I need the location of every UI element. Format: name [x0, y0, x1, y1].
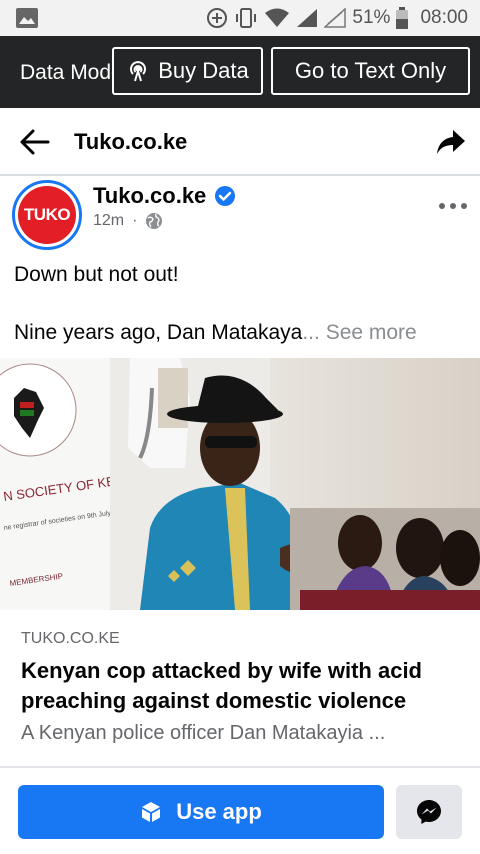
battery-percent: 51% — [352, 7, 391, 28]
broadcast-icon — [130, 61, 147, 82]
link-preview-card[interactable]: TUKO.CO.KE Kenyan cop attacked by wife w… — [0, 610, 480, 768]
ellipsis: ... — [302, 321, 320, 344]
signal-icon — [297, 9, 318, 27]
wifi-icon — [265, 8, 290, 27]
link-title[interactable]: Kenyan cop attacked by wife with acid pr… — [21, 656, 466, 716]
data-mode-banner: Data Mode Buy Data Go to Text Only — [0, 36, 480, 108]
status-icons: 51% 08:00 — [206, 0, 468, 36]
messenger-button[interactable] — [396, 785, 462, 839]
text-only-label: Go to Text Only — [294, 58, 447, 83]
page-header: Tuko.co.ke — [0, 108, 480, 176]
clock: 08:00 — [420, 7, 468, 28]
globe-icon — [146, 213, 163, 229]
data-mode-label: Data Mode — [20, 61, 123, 84]
post-time[interactable]: 12m — [93, 212, 124, 230]
see-more-link[interactable]: See more — [326, 321, 417, 344]
use-app-button[interactable]: Use app — [18, 785, 384, 839]
buy-data-label: Buy Data — [158, 58, 249, 83]
messenger-icon — [417, 800, 441, 824]
page-title: Tuko.co.ke — [74, 129, 188, 154]
signal-empty-icon — [324, 8, 347, 28]
post-photo-image: N SOCIETY OF KENYA ne registrar of socie… — [0, 358, 480, 610]
cube-icon — [142, 802, 161, 822]
post-text-truncated: Nine years ago, Dan Matakaya — [14, 321, 303, 344]
page-avatar[interactable]: TUKO — [12, 180, 82, 250]
post-author[interactable]: Tuko.co.ke — [93, 183, 236, 209]
share-icon[interactable] — [436, 128, 466, 156]
back-arrow-icon[interactable] — [18, 126, 52, 158]
meta-separator: · — [132, 212, 138, 229]
gallery-notification-icon — [16, 8, 38, 28]
data-saver-icon — [207, 8, 228, 28]
post-photo[interactable]: N SOCIETY OF KENYA ne registrar of socie… — [0, 358, 480, 610]
post-text-line2: Nine years ago, Dan Matakaya... See more — [14, 321, 417, 345]
post-meta: 12m · — [93, 212, 163, 230]
link-domain: TUKO.CO.KE — [21, 630, 120, 647]
use-app-label: Use app — [176, 799, 262, 824]
status-bar: 51% 08:00 — [0, 0, 480, 36]
vibrate-icon — [236, 8, 257, 28]
buy-data-button[interactable]: Buy Data — [112, 47, 263, 95]
text-only-button[interactable]: Go to Text Only — [271, 47, 470, 95]
battery-icon — [396, 7, 409, 29]
link-description: A Kenyan police officer Dan Matakayia ..… — [21, 722, 386, 744]
more-options-icon[interactable] — [438, 196, 468, 216]
post-text-line1: Down but not out! — [14, 263, 179, 286]
tuko-logo: TUKO — [18, 186, 76, 244]
avatar-text: TUKO — [23, 205, 71, 224]
bottom-bar: Use app — [0, 770, 480, 854]
post-author-name[interactable]: Tuko.co.ke — [93, 183, 206, 209]
verified-badge-icon — [215, 186, 236, 206]
